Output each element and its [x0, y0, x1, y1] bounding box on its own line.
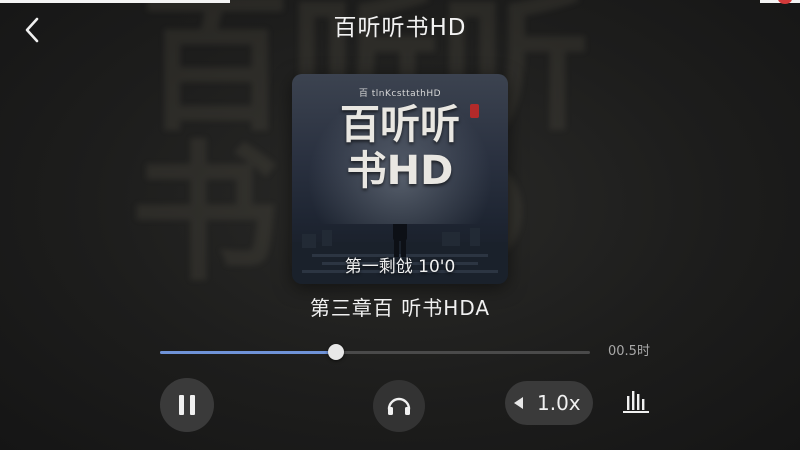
pause-bar-left — [179, 395, 184, 415]
chapter-title: 第三章百 听书HDA — [309, 296, 491, 320]
headphones-icon — [387, 397, 411, 415]
cover-small-title: 百 tlnKcsttathHD — [358, 89, 442, 99]
progress-fill — [160, 351, 337, 354]
progress-thumb[interactable] — [328, 344, 345, 360]
headphones-button[interactable] — [373, 380, 425, 432]
notification-dot — [778, 0, 792, 4]
cover-caption: 第一剩戗 10'0 — [344, 257, 456, 277]
cover-title-line1: 百听听 — [340, 102, 460, 148]
equalizer-icon — [623, 391, 649, 413]
cover-title-line2: 书HD — [346, 148, 454, 194]
pause-bar-right — [190, 395, 195, 415]
playback-speed-button[interactable]: 1.0x — [505, 381, 593, 425]
equalizer-button[interactable] — [618, 383, 654, 419]
player-screen: 百听听 书HD 百听听书HD 百 tlnKcsttathHD 百听听 书HD — [0, 0, 800, 450]
pause-icon — [176, 395, 198, 415]
triangle-left-icon — [514, 397, 523, 409]
playback-speed-label: 1.0x — [537, 391, 581, 415]
time-label: 00.5时 — [608, 344, 650, 359]
album-cover: 百 tlnKcsttathHD 百听听 书HD 第一剩戗 10'0 — [292, 74, 508, 284]
pause-button[interactable] — [160, 378, 214, 432]
status-strip — [0, 0, 230, 3]
progress-slider[interactable] — [160, 344, 590, 360]
page-title: 百听听书HD — [333, 15, 467, 41]
